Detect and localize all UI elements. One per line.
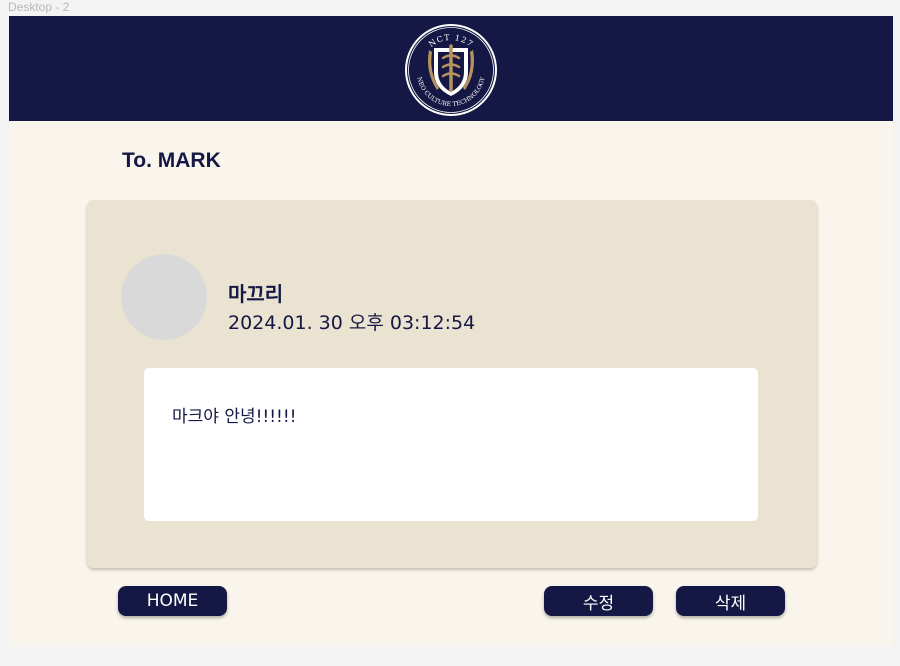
message-text: 마크야 안녕!!!!!! [172,407,297,427]
nct-127-crest-logo-icon[interactable]: NCT 127 NEO CULTURE TECHNOLOGY [403,22,499,118]
delete-button[interactable]: 삭제 [676,586,785,616]
page-title: To. MARK [122,149,221,172]
frame-label: Desktop - 2 [8,0,70,14]
edit-button[interactable]: 수정 [544,586,653,616]
post-author: 마끄리 [228,282,284,306]
post-timestamp: 2024.01. 30 오후 03:12:54 [228,312,476,334]
message-box: 마크야 안녕!!!!!! [144,368,758,521]
avatar [121,254,207,340]
desktop-frame: NCT 127 NEO CULTURE TECHNOLOGY To. MARK … [9,16,893,646]
header-bar: NCT 127 NEO CULTURE TECHNOLOGY [9,16,893,121]
home-button[interactable]: HOME [118,586,227,616]
post-card: 마끄리 2024.01. 30 오후 03:12:54 마크야 안녕!!!!!! [87,200,817,568]
